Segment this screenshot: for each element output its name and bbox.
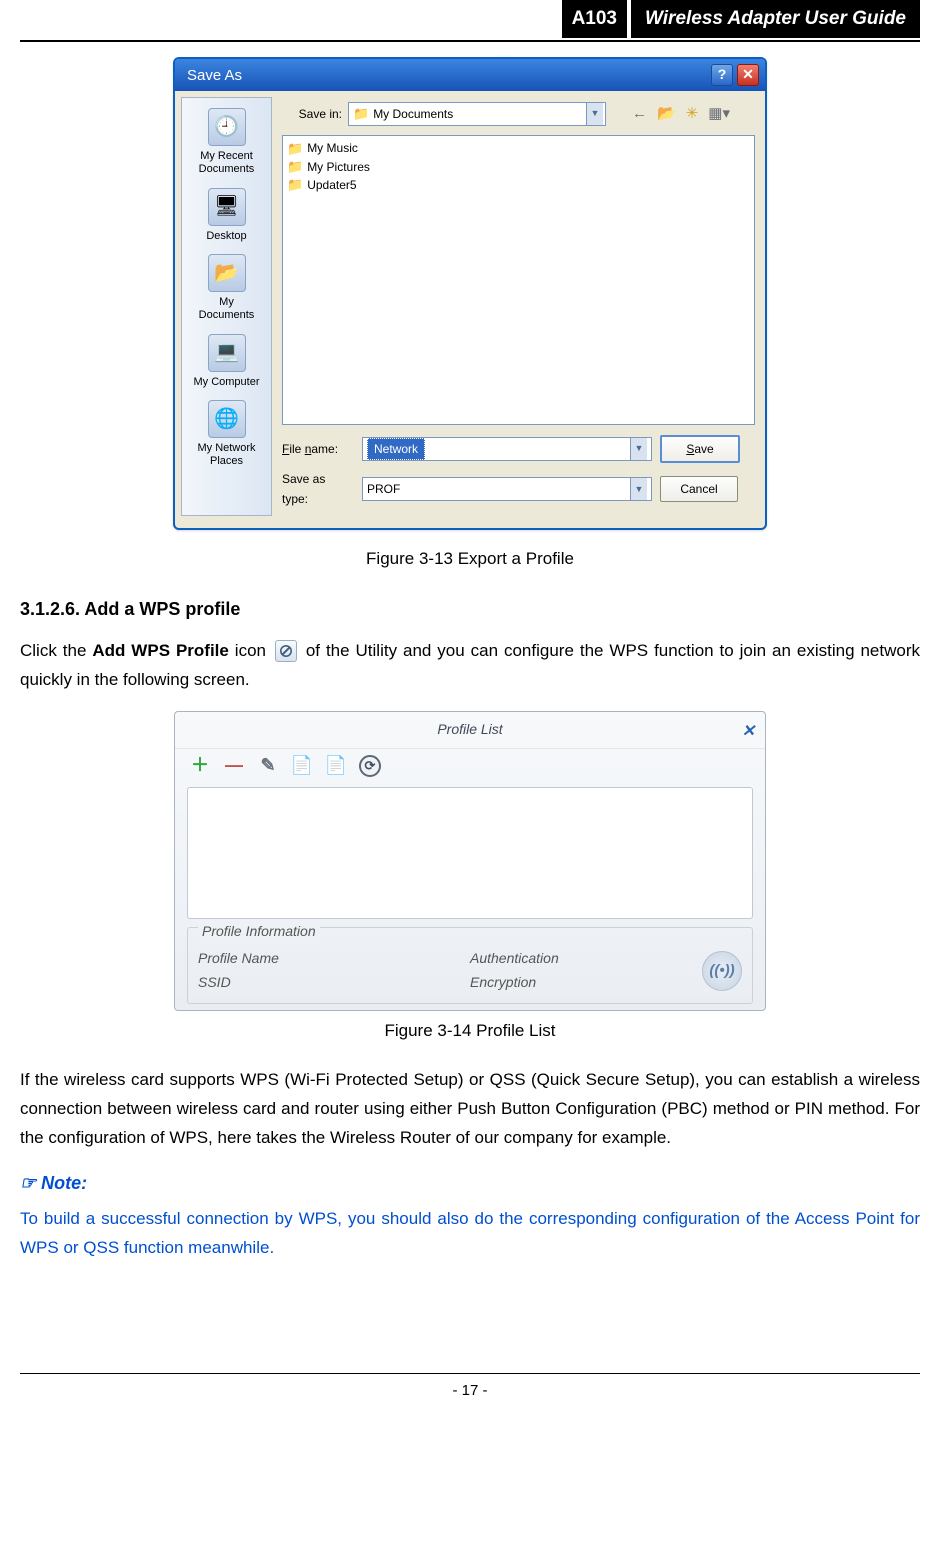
section-heading: 3.1.2.6. Add a WPS profile <box>20 594 920 625</box>
help-button[interactable]: ? <box>711 64 733 86</box>
place-documents[interactable]: 📂 My Documents <box>191 250 263 329</box>
place-recent[interactable]: 🕘 My Recent Documents <box>191 104 263 183</box>
file-list[interactable]: 📁 My Music 📁 My Pictures 📁 Updater5 <box>282 135 755 425</box>
file-name-value: Network <box>367 438 425 460</box>
import-profile-button[interactable]: 📄 <box>291 755 313 777</box>
save-type-value: PROF <box>367 479 400 499</box>
ssid-label: SSID <box>198 971 279 995</box>
dialog-title: Save As <box>181 63 707 89</box>
place-label: My Recent Documents <box>191 150 263 175</box>
folder-icon: 📁 <box>287 140 303 158</box>
place-label: My Computer <box>191 376 263 389</box>
group-legend: Profile Information <box>198 920 320 944</box>
chevron-down-icon[interactable]: ▼ <box>630 478 647 500</box>
figure-caption: Figure 3-14 Profile List <box>20 1017 920 1046</box>
computer-icon: 💻 <box>208 334 246 372</box>
export-profile-button[interactable]: 📄 <box>325 755 347 777</box>
list-item-label: My Music <box>307 140 358 157</box>
cancel-button[interactable]: Cancel <box>660 476 738 502</box>
save-as-dialog: Save As ? ✕ 🕘 My Recent Documents 🖥 Desk… <box>173 57 767 529</box>
place-label: My Documents <box>191 296 263 321</box>
encryption-label: Encryption <box>470 971 559 995</box>
save-in-label: Save in: <box>282 104 342 124</box>
save-in-value: My Documents <box>373 104 453 124</box>
guide-title: Wireless Adapter User Guide <box>631 0 920 38</box>
model-badge: A103 <box>562 0 627 38</box>
profile-name-label: Profile Name <box>198 947 279 971</box>
close-button[interactable]: ✕ <box>737 64 759 86</box>
places-bar: 🕘 My Recent Documents 🖥 Desktop 📂 My Doc… <box>181 97 272 515</box>
folder-icon: 📁 <box>287 158 303 176</box>
authentication-label: Authentication <box>470 947 559 971</box>
panel-title: Profile List <box>437 721 502 737</box>
body-paragraph: Click the Add WPS Profile icon of the Ut… <box>20 637 920 695</box>
save-button[interactable]: Save <box>660 435 740 463</box>
note-heading: Note: <box>20 1168 920 1199</box>
profile-toolbar: ＋ — ✎ 📄 📄 ⟳ <box>175 749 765 779</box>
folder-icon: 📁 <box>353 103 369 125</box>
add-profile-button[interactable]: ＋ <box>189 755 211 777</box>
list-item-label: Updater5 <box>307 177 356 194</box>
close-icon[interactable]: ✕ <box>742 718 755 745</box>
figure-caption: Figure 3-13 Export a Profile <box>20 545 920 574</box>
list-item[interactable]: 📁 My Music <box>287 140 750 158</box>
place-computer[interactable]: 💻 My Computer <box>191 330 263 397</box>
desktop-icon: 🖥 <box>208 188 246 226</box>
chevron-down-icon[interactable]: ▼ <box>630 438 647 460</box>
wps-icon <box>275 640 297 662</box>
profile-list-area[interactable] <box>187 787 753 919</box>
folder-icon: 📁 <box>287 176 303 194</box>
remove-profile-button[interactable]: — <box>223 755 245 777</box>
place-label: My Network Places <box>191 442 263 467</box>
save-type-dropdown[interactable]: PROF ▼ <box>362 477 652 501</box>
list-item[interactable]: 📁 Updater5 <box>287 176 750 194</box>
page-number: - 17 - <box>452 1382 487 1399</box>
new-folder-icon[interactable]: ✳ <box>686 101 699 127</box>
save-type-label: Save as type: <box>282 469 354 510</box>
file-name-input[interactable]: Network ▼ <box>362 437 652 461</box>
list-item-label: My Pictures <box>307 159 370 176</box>
add-wps-profile-button[interactable]: ⟳ <box>359 755 381 777</box>
up-folder-icon[interactable]: 📂 <box>657 101 676 127</box>
edit-profile-button[interactable]: ✎ <box>257 755 279 777</box>
back-icon[interactable]: ← <box>632 101 647 127</box>
list-item[interactable]: 📁 My Pictures <box>287 158 750 176</box>
chevron-down-icon[interactable]: ▼ <box>586 103 603 125</box>
page-footer: - 17 - <box>20 1373 920 1404</box>
view-menu-icon[interactable]: ▦▾ <box>708 101 730 127</box>
panel-titlebar: Profile List ✕ <box>175 712 765 749</box>
place-desktop[interactable]: 🖥 Desktop <box>191 184 263 251</box>
file-name-label: File name: <box>282 439 354 459</box>
profile-info-group: Profile Information Profile Name SSID Au… <box>187 927 753 1004</box>
page-header: A103 Wireless Adapter User Guide <box>20 0 920 42</box>
recent-icon: 🕘 <box>208 108 246 146</box>
dialog-nav-icons: ← 📂 ✳ ▦▾ <box>632 101 730 127</box>
dialog-titlebar: Save As ? ✕ <box>175 59 765 91</box>
body-paragraph: If the wireless card supports WPS (Wi-Fi… <box>20 1066 920 1153</box>
profile-list-panel: Profile List ✕ ＋ — ✎ 📄 📄 ⟳ Profile Infor… <box>174 711 766 1011</box>
wifi-icon: ((•)) <box>702 951 742 991</box>
save-in-dropdown[interactable]: 📁 My Documents ▼ <box>348 102 606 126</box>
place-network[interactable]: 🌐 My Network Places <box>191 396 263 475</box>
documents-icon: 📂 <box>208 254 246 292</box>
note-body: To build a successful connection by WPS,… <box>20 1205 920 1263</box>
network-places-icon: 🌐 <box>208 400 246 438</box>
place-label: Desktop <box>191 230 263 243</box>
